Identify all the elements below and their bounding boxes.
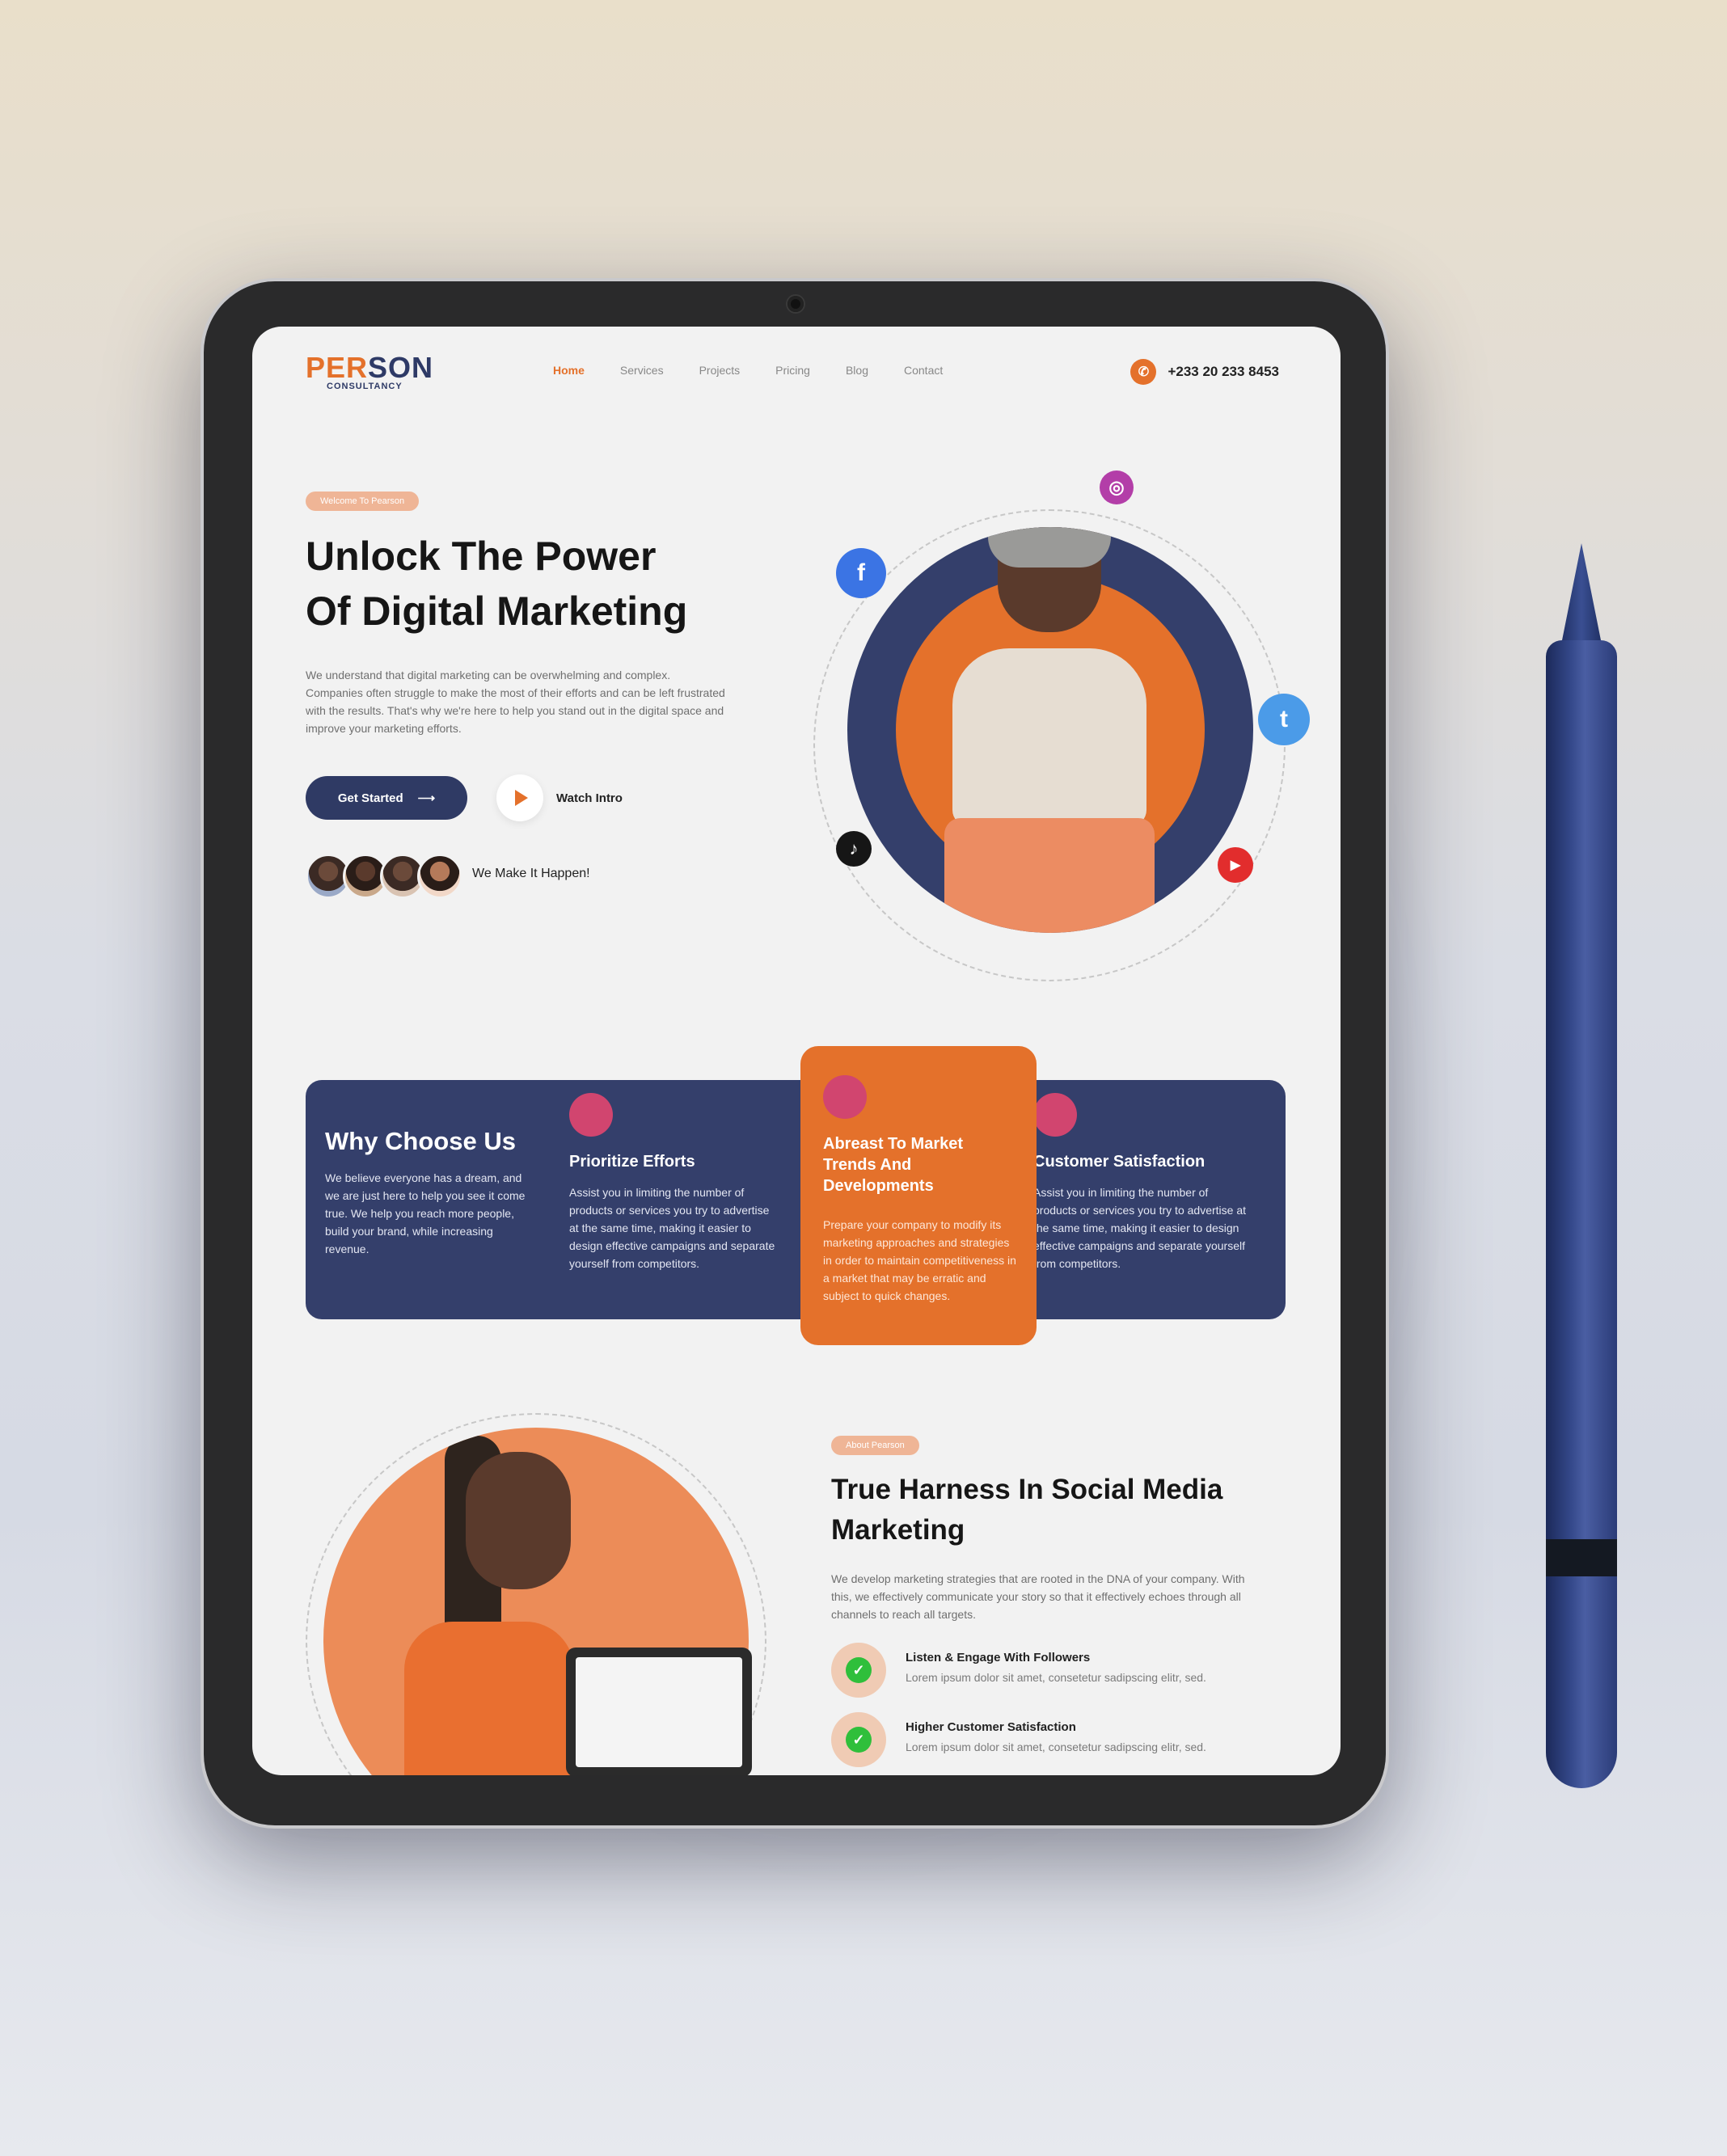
portrait-skirt [944, 818, 1155, 933]
play-icon [515, 790, 528, 806]
check-title: Higher Customer Satisfaction [906, 1720, 1076, 1734]
feature-dot-icon [823, 1075, 867, 1119]
tagline: We Make It Happen! [472, 867, 590, 880]
stylus-band [1546, 1539, 1617, 1576]
portrait-top [952, 648, 1146, 826]
check-icon: ✓ [846, 1727, 872, 1753]
get-started-label: Get Started [337, 791, 403, 805]
arrow-right-icon: ⟶ [417, 791, 436, 805]
logo-text-prefix: PE [306, 351, 347, 384]
main-nav: Home Services Projects Pricing Blog Cont… [553, 364, 943, 377]
hero-title-line1: Unlock The Power [306, 534, 657, 579]
feature-text: Assist you in limiting the number of pro… [1033, 1186, 1246, 1270]
brand-logo[interactable]: PERSON CONSULTANCY [306, 351, 433, 391]
feature-title: Prioritize Efforts [569, 1153, 695, 1171]
portrait-headwrap [988, 527, 1111, 567]
avatar [417, 854, 462, 899]
hero-portrait [847, 527, 1253, 933]
stylus-body [1546, 640, 1617, 1788]
hero-description: We understand that digital marketing can… [306, 669, 725, 735]
why-choose-us: Why Choose Us We believe everyone has a … [325, 1125, 527, 1258]
nav-blog[interactable]: Blog [846, 364, 868, 377]
about-title: True Harness In Social Media Marketing [831, 1474, 1223, 1546]
watch-intro-label: Watch Intro [556, 791, 623, 805]
welcome-badge: Welcome To Pearson [306, 492, 420, 511]
check-title: Listen & Engage With Followers [906, 1651, 1091, 1664]
feature-dot-icon [569, 1093, 613, 1137]
nav-home[interactable]: Home [553, 364, 585, 377]
logo-text-r: R [346, 351, 369, 384]
logo-text-suffix: SON [368, 351, 434, 384]
about-badge: About Pearson [831, 1436, 919, 1455]
phone-number: +233 20 233 8453 [1168, 364, 1279, 379]
check-item: ✓ Higher Customer Satisfaction Lorem ips… [831, 1712, 1206, 1767]
nav-pricing[interactable]: Pricing [775, 364, 810, 377]
nav-services[interactable]: Services [620, 364, 664, 377]
why-choose-us-text: We believe everyone has a dream, and we … [325, 1171, 526, 1255]
nav-projects[interactable]: Projects [699, 364, 741, 377]
team-avatars [306, 854, 462, 899]
get-started-button[interactable]: Get Started ⟶ [306, 776, 467, 820]
facebook-icon[interactable]: f [836, 548, 886, 598]
website-screen: PERSON CONSULTANCY Home Services Project… [252, 327, 1341, 1775]
feature-card-prioritize: Prioritize Efforts Assist you in limitin… [569, 1093, 776, 1272]
features-panel: Why Choose Us We believe everyone has a … [306, 1080, 1286, 1319]
check-text: Lorem ipsum dolor sit amet, consetetur s… [906, 1740, 1206, 1753]
play-button[interactable] [496, 774, 543, 821]
phone-contact[interactable]: ✆ +233 20 233 8453 [1130, 359, 1279, 385]
feature-card-satisfaction: Customer Satisfaction Assist you in limi… [1033, 1093, 1252, 1272]
about-description: We develop marketing strategies that are… [831, 1572, 1245, 1621]
check-icon: ✓ [846, 1657, 872, 1683]
twitter-icon[interactable]: t [1258, 694, 1310, 745]
portrait-head [466, 1452, 571, 1589]
woman-portrait [944, 527, 1155, 933]
phone-icon: ✆ [1130, 359, 1157, 385]
camera-icon [787, 296, 804, 312]
instagram-icon[interactable]: ◎ [1100, 470, 1134, 504]
tiktok-icon[interactable]: ♪ [836, 831, 872, 867]
check-ring: ✓ [831, 1712, 886, 1767]
watch-intro-button[interactable]: Watch Intro [496, 774, 623, 821]
feature-dot-icon [1033, 1093, 1077, 1137]
youtube-icon[interactable]: ▶ [1218, 847, 1253, 883]
hero-title: Unlock The Power Of Digital Marketing [306, 529, 791, 639]
check-ring: ✓ [831, 1643, 886, 1698]
check-item: ✓ Listen & Engage With Followers Lorem i… [831, 1643, 1206, 1698]
feature-card-trends: Abreast To Market Trends And Development… [800, 1046, 1037, 1345]
portrait-body [404, 1622, 574, 1775]
hero-title-line2: Of Digital Marketing [306, 589, 688, 634]
feature-text: Prepare your company to modify its marke… [823, 1218, 1016, 1302]
stylus-tip [1560, 543, 1602, 648]
why-choose-us-title: Why Choose Us [325, 1127, 516, 1155]
stylus-pencil [1546, 543, 1617, 1788]
feature-title: Customer Satisfaction [1033, 1153, 1206, 1171]
check-text: Lorem ipsum dolor sit amet, consetetur s… [906, 1671, 1206, 1684]
nav-contact[interactable]: Contact [904, 364, 943, 377]
tablet-prop [566, 1648, 752, 1775]
tablet-prop-screen [576, 1657, 742, 1767]
feature-text: Assist you in limiting the number of pro… [569, 1186, 775, 1270]
feature-title: Abreast To Market Trends And Development… [823, 1135, 964, 1195]
